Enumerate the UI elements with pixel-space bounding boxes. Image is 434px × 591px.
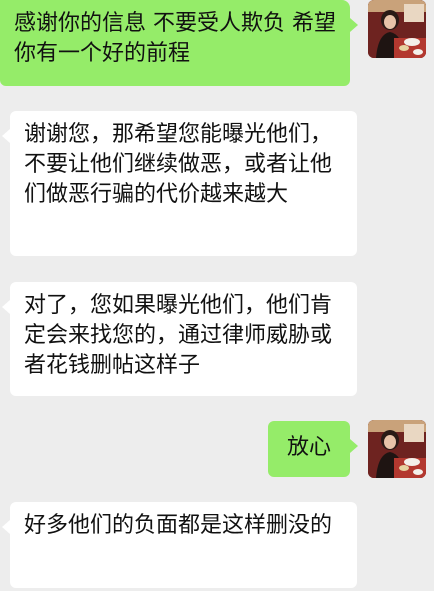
message-text: 放心 (286, 435, 331, 460)
chat-window: 感谢你的信息 不要受人欺负 希望你有一个好的前程 谢谢您，那希望您能曝光他们，不… (0, 0, 434, 591)
avatar-photo-icon (368, 420, 426, 478)
message-bubble-outgoing[interactable]: 感谢你的信息 不要受人欺负 希望你有一个好的前程 (0, 0, 358, 86)
avatar-photo-icon (368, 0, 426, 58)
message-bubble-incoming[interactable]: 好多他们的负面都是这样删没的 (2, 502, 357, 588)
message-bubble-outgoing[interactable]: 放心 (268, 421, 358, 477)
user-avatar[interactable] (368, 0, 426, 58)
message-text: 谢谢您，那希望您能曝光他们，不要让他们继续做恶，或者让他们做恶行骗的代价越来越大 (24, 122, 333, 207)
message-text: 对了，您如果曝光他们，他们肯定会来找您的，通过律师威胁或者花钱删帖这样子 (24, 293, 333, 378)
user-avatar[interactable] (368, 420, 426, 478)
message-text: 感谢你的信息 不要受人欺负 希望你有一个好的前程 (14, 11, 336, 66)
message-bubble-incoming[interactable]: 谢谢您，那希望您能曝光他们，不要让他们继续做恶，或者让他们做恶行骗的代价越来越大 (2, 111, 357, 256)
message-bubble-incoming[interactable]: 对了，您如果曝光他们，他们肯定会来找您的，通过律师威胁或者花钱删帖这样子 (2, 282, 357, 396)
message-text: 好多他们的负面都是这样删没的 (24, 513, 333, 538)
